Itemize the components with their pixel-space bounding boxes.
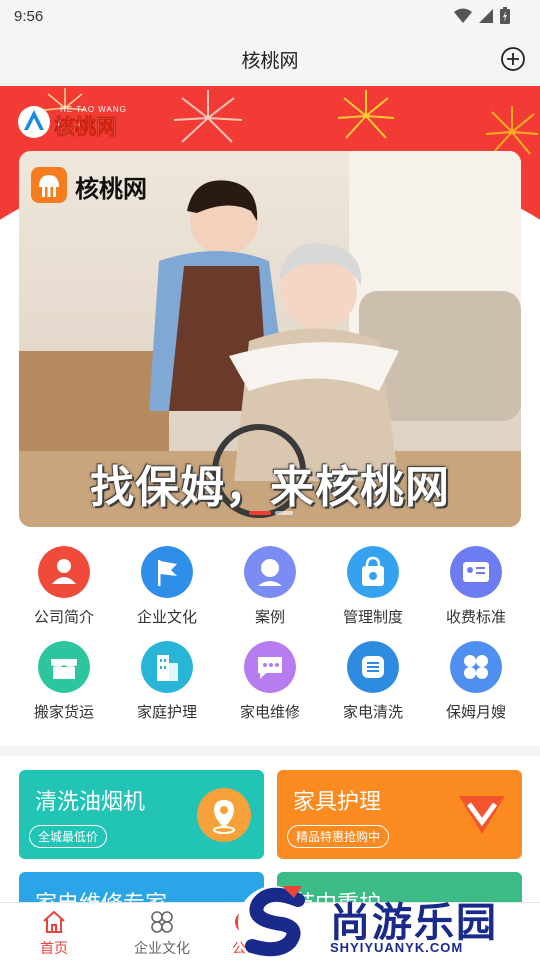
- id-card-icon: [450, 546, 502, 598]
- list-icon: [347, 641, 399, 693]
- title-bar: 核桃网: [0, 34, 540, 86]
- grid-item-company-intro[interactable]: 公司简介: [12, 540, 116, 627]
- status-bar: 9:56: [0, 0, 540, 34]
- promo-card-hood-cleaning[interactable]: 清洗油烟机 全城最低价: [19, 770, 264, 859]
- battery-icon: [500, 7, 510, 24]
- grid-item-label: 家电清洗: [342, 704, 403, 721]
- home-icon: [43, 910, 65, 933]
- tab-label: 企业文化: [134, 940, 190, 956]
- diamond-icon: [459, 796, 505, 834]
- section-divider: [0, 746, 540, 756]
- grid-item-appliance-repair[interactable]: 家电维修: [218, 635, 322, 722]
- banner-carousel[interactable]: 核桃网 找保姆，来核桃网: [19, 151, 521, 527]
- status-icons: [454, 7, 510, 24]
- brand-logo: HE TAO WANG 核桃网: [16, 102, 128, 139]
- carousel-logo: 核桃网: [31, 165, 161, 205]
- add-icon[interactable]: [500, 46, 526, 72]
- svg-text:核桃网: 核桃网: [54, 115, 117, 138]
- watermark: SHYIYUANYK.COM 尚游乐园: [238, 880, 540, 960]
- location-pin-icon: [197, 788, 251, 842]
- grid-item-label: 收费标准: [445, 609, 506, 626]
- flag-icon: [141, 546, 193, 598]
- promo-card-tag: 精品特惠抢购中: [287, 825, 390, 848]
- carousel-indicator: [249, 511, 293, 515]
- grid-item-label: 保姆月嫂: [445, 704, 506, 721]
- wifi-icon: [454, 8, 472, 23]
- firework-icon: [337, 90, 395, 139]
- grid-item-label: 管理制度: [342, 609, 403, 626]
- person-badge-icon: [38, 546, 90, 598]
- grid-item-label: 家电维修: [239, 704, 300, 721]
- carousel-dot: [275, 511, 293, 515]
- grid-item-home-care[interactable]: 家庭护理: [115, 635, 219, 722]
- page-title: 核桃网: [241, 51, 299, 72]
- grid-item-label: 搬家货运: [33, 704, 94, 721]
- signal-icon: [479, 8, 493, 23]
- storefront-icon: [38, 641, 90, 693]
- promo-card-tag: 全城最低价: [29, 825, 108, 848]
- svg-text:HE TAO WANG: HE TAO WANG: [60, 105, 127, 114]
- grid-flower-icon: [450, 641, 502, 693]
- firework-icon: [173, 90, 243, 143]
- promo-card-furniture-care[interactable]: 家具护理 精品特惠抢购中: [277, 770, 522, 859]
- carousel-dot: [249, 511, 271, 515]
- tab-home[interactable]: 首页: [0, 903, 108, 961]
- grid-item-nanny[interactable]: 保姆月嫂: [424, 635, 528, 722]
- grid-item-label: 案例: [254, 609, 285, 626]
- banner-slogan: 找保姆，来核桃网: [90, 463, 450, 512]
- grid-item-fees[interactable]: 收费标准: [424, 540, 528, 627]
- tab-culture[interactable]: 企业文化: [108, 903, 216, 961]
- grid-item-culture[interactable]: 企业文化: [115, 540, 219, 627]
- shopping-bag-icon: [347, 546, 399, 598]
- grid-item-label: 公司简介: [33, 609, 94, 626]
- status-time: 9:56: [14, 8, 44, 25]
- grid-flower-icon: [151, 911, 173, 933]
- carousel-logo-text: 核桃网: [75, 175, 147, 203]
- promo-card-title: 清洗油烟机: [35, 789, 146, 814]
- user-case-icon: [244, 546, 296, 598]
- chat-icon: [244, 641, 296, 693]
- watermark-text: 尚游乐园: [330, 900, 498, 946]
- grid-item-management[interactable]: 管理制度: [321, 540, 425, 627]
- grid-item-label: 家庭护理: [136, 704, 197, 721]
- tab-label: 首页: [40, 940, 68, 956]
- grid-item-appliance-cleaning[interactable]: 家电清洗: [321, 635, 425, 722]
- building-icon: [141, 641, 193, 693]
- grid-item-label: 企业文化: [136, 609, 197, 626]
- grid-item-moving[interactable]: 搬家货运: [12, 635, 116, 722]
- grid-item-cases[interactable]: 案例: [218, 540, 322, 627]
- promo-card-title: 家具护理: [293, 789, 382, 814]
